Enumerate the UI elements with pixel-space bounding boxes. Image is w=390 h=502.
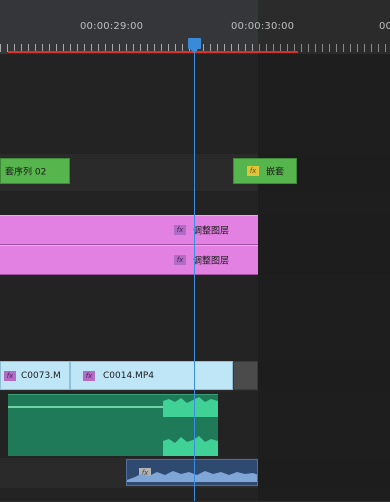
timecode-label: 00:00:30:00 bbox=[231, 21, 295, 32]
audio-clip-secondary[interactable]: fx bbox=[126, 459, 258, 486]
adjustment-layer-clip[interactable]: fx 调整图层 bbox=[0, 215, 258, 245]
clip-label: C0073.M bbox=[21, 370, 61, 381]
fx-icon: fx bbox=[83, 370, 95, 381]
video-clip-c0014[interactable]: fx C0014.MP4 bbox=[70, 361, 233, 390]
clip-label: 调整图层 bbox=[193, 226, 230, 237]
nested-sequence-clip[interactable]: 套序列 02 bbox=[0, 158, 70, 184]
waveform bbox=[163, 397, 218, 417]
out-of-range-shade bbox=[258, 54, 390, 501]
clip-label: 调整图层 bbox=[193, 256, 230, 267]
waveform bbox=[163, 436, 218, 456]
clip-label: C0014.MP4 bbox=[103, 370, 154, 381]
waveform bbox=[127, 471, 257, 482]
video-clip-gap[interactable] bbox=[233, 361, 258, 390]
adjustment-layer-clip[interactable]: fx 调整图层 bbox=[0, 245, 258, 275]
work-area-bar[interactable] bbox=[8, 51, 298, 53]
nested-clip[interactable]: fx 嵌套 bbox=[233, 158, 297, 184]
playhead-line bbox=[194, 48, 195, 501]
fx-icon: fx bbox=[174, 255, 186, 265]
fx-icon: fx bbox=[247, 166, 259, 176]
fx-icon: fx bbox=[4, 370, 16, 381]
fx-icon: fx bbox=[174, 225, 186, 235]
timecode-label: 00:00:29:00 bbox=[80, 21, 144, 32]
time-ruler[interactable]: 00:00:29:00 00:00:30:00 00 bbox=[0, 0, 390, 54]
clip-label: 嵌套 bbox=[266, 167, 285, 178]
video-clip-c0073[interactable]: fx C0073.M bbox=[0, 361, 70, 390]
audio-clip[interactable] bbox=[8, 394, 218, 456]
clip-label: 套序列 02 bbox=[5, 167, 47, 178]
timecode-label: 00 bbox=[379, 21, 390, 32]
